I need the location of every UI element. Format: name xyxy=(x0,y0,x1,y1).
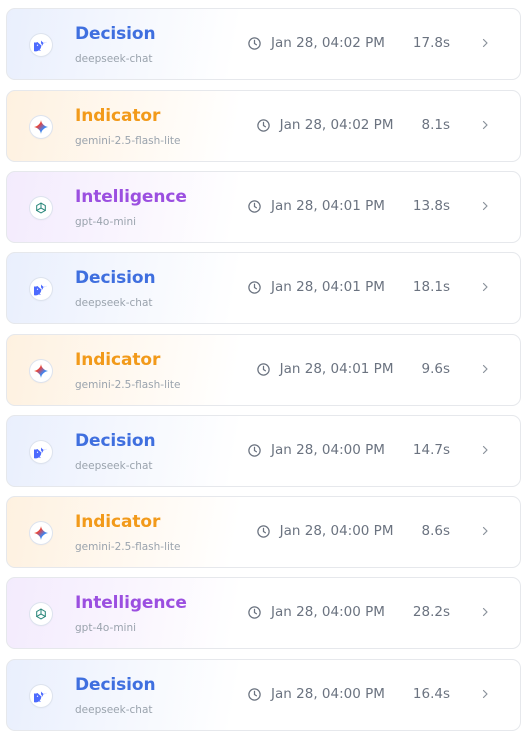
run-history-list: Decision deepseek-chat Jan 28, 04:02 PM … xyxy=(0,0,525,735)
run-meta: Jan 28, 04:02 PM 8.1s xyxy=(256,117,450,133)
run-timestamp: Jan 28, 04:00 PM xyxy=(271,686,385,702)
clock-icon xyxy=(247,605,262,620)
run-meta: Jan 28, 04:01 PM 13.8s xyxy=(247,198,450,214)
run-timestamp: Jan 28, 04:01 PM xyxy=(271,198,385,214)
clock-icon xyxy=(247,280,262,295)
run-timestamp: Jan 28, 04:00 PM xyxy=(279,523,394,539)
run-card[interactable]: Decision deepseek-chat Jan 28, 04:02 PM … xyxy=(6,8,521,80)
run-duration: 13.8s xyxy=(412,198,450,214)
run-card[interactable]: Intelligence gpt-4o-mini Jan 28, 04:01 P… xyxy=(6,171,521,243)
run-meta: Jan 28, 04:00 PM 14.7s xyxy=(247,442,450,458)
deepseek-whale-icon xyxy=(30,34,52,56)
model-name: gemini-2.5-flash-lite xyxy=(75,379,181,391)
chevron-right-icon[interactable] xyxy=(479,37,491,49)
run-card[interactable]: Decision deepseek-chat Jan 28, 04:01 PM … xyxy=(6,252,521,324)
run-type-title: Indicator xyxy=(75,106,161,126)
run-timestamp: Jan 28, 04:02 PM xyxy=(279,117,394,133)
run-type-title: Decision xyxy=(75,675,156,695)
clock-icon xyxy=(256,524,271,539)
run-card[interactable]: Indicator gemini-2.5-flash-lite Jan 28, … xyxy=(6,496,521,568)
gemini-sparkle-icon xyxy=(30,522,52,544)
run-duration: 9.6s xyxy=(421,361,450,377)
chevron-right-icon[interactable] xyxy=(479,281,491,293)
run-meta: Jan 28, 04:00 PM 28.2s xyxy=(247,604,450,620)
run-duration: 28.2s xyxy=(412,604,450,620)
run-timestamp: Jan 28, 04:00 PM xyxy=(271,442,385,458)
run-type-title: Decision xyxy=(75,268,156,288)
model-name: deepseek-chat xyxy=(75,297,153,309)
chevron-right-icon[interactable] xyxy=(479,525,491,537)
model-name: deepseek-chat xyxy=(75,460,153,472)
model-name: deepseek-chat xyxy=(75,53,153,65)
openai-logo-icon xyxy=(30,197,52,219)
chevron-right-icon[interactable] xyxy=(479,200,491,212)
deepseek-whale-icon xyxy=(30,278,52,300)
run-meta: Jan 28, 04:01 PM 18.1s xyxy=(247,279,450,295)
run-type-title: Indicator xyxy=(75,512,161,532)
model-name: gemini-2.5-flash-lite xyxy=(75,541,181,553)
deepseek-whale-icon xyxy=(30,441,52,463)
chevron-right-icon[interactable] xyxy=(479,606,491,618)
run-card[interactable]: Decision deepseek-chat Jan 28, 04:00 PM … xyxy=(6,659,521,731)
clock-icon xyxy=(247,687,262,702)
chevron-right-icon[interactable] xyxy=(479,119,491,131)
deepseek-whale-icon xyxy=(30,685,52,707)
run-card[interactable]: Decision deepseek-chat Jan 28, 04:00 PM … xyxy=(6,415,521,487)
run-type-title: Decision xyxy=(75,24,156,44)
run-duration: 16.4s xyxy=(412,686,450,702)
gemini-sparkle-icon xyxy=(30,116,52,138)
gemini-sparkle-icon xyxy=(30,360,52,382)
run-duration: 8.6s xyxy=(421,523,450,539)
run-duration: 18.1s xyxy=(412,279,450,295)
model-name: gemini-2.5-flash-lite xyxy=(75,135,181,147)
model-name: gpt-4o-mini xyxy=(75,216,137,228)
run-card[interactable]: Indicator gemini-2.5-flash-lite Jan 28, … xyxy=(6,334,521,406)
run-duration: 14.7s xyxy=(412,442,450,458)
run-type-title: Intelligence xyxy=(75,593,187,613)
run-type-title: Indicator xyxy=(75,350,161,370)
run-timestamp: Jan 28, 04:00 PM xyxy=(271,604,385,620)
clock-icon xyxy=(256,362,271,377)
model-name: gpt-4o-mini xyxy=(75,622,137,634)
clock-icon xyxy=(256,118,271,133)
run-timestamp: Jan 28, 04:01 PM xyxy=(279,361,394,377)
run-card[interactable]: Indicator gemini-2.5-flash-lite Jan 28, … xyxy=(6,90,521,162)
run-card[interactable]: Intelligence gpt-4o-mini Jan 28, 04:00 P… xyxy=(6,577,521,649)
run-meta: Jan 28, 04:02 PM 17.8s xyxy=(247,35,450,51)
clock-icon xyxy=(247,36,262,51)
model-name: deepseek-chat xyxy=(75,704,153,716)
run-timestamp: Jan 28, 04:02 PM xyxy=(271,35,385,51)
run-duration: 8.1s xyxy=(421,117,450,133)
chevron-right-icon[interactable] xyxy=(479,363,491,375)
clock-icon xyxy=(247,443,262,458)
run-duration: 17.8s xyxy=(412,35,450,51)
run-meta: Jan 28, 04:00 PM 8.6s xyxy=(256,523,450,539)
run-meta: Jan 28, 04:00 PM 16.4s xyxy=(247,686,450,702)
chevron-right-icon[interactable] xyxy=(479,444,491,456)
run-type-title: Decision xyxy=(75,431,156,451)
run-type-title: Intelligence xyxy=(75,187,187,207)
clock-icon xyxy=(247,199,262,214)
chevron-right-icon[interactable] xyxy=(479,688,491,700)
openai-logo-icon xyxy=(30,603,52,625)
run-meta: Jan 28, 04:01 PM 9.6s xyxy=(256,361,450,377)
run-timestamp: Jan 28, 04:01 PM xyxy=(271,279,385,295)
